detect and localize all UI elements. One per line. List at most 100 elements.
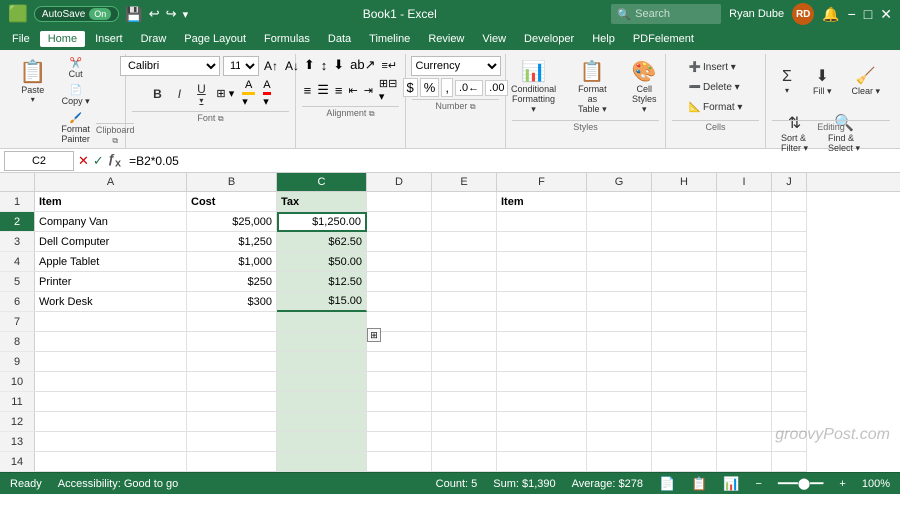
cell-J3[interactable]: [772, 232, 807, 252]
cell-E2[interactable]: [432, 212, 497, 232]
formula-input[interactable]: [125, 151, 896, 171]
menu-help[interactable]: Help: [584, 31, 623, 47]
cell-C13[interactable]: [277, 432, 367, 452]
cell-J13[interactable]: [772, 432, 807, 452]
font-name-select[interactable]: Calibri: [120, 56, 220, 76]
zoom-slider[interactable]: ━━━⬤━━: [778, 477, 823, 490]
row-num-3[interactable]: 3: [0, 232, 35, 252]
insert-button[interactable]: ➕ Insert ▾: [684, 58, 748, 76]
col-header-B[interactable]: B: [187, 173, 277, 191]
cell-J1[interactable]: [772, 192, 807, 212]
col-header-F[interactable]: F: [497, 173, 587, 191]
cell-G5[interactable]: [587, 272, 652, 292]
row-num-7[interactable]: 7: [0, 312, 35, 332]
cell-I5[interactable]: [717, 272, 772, 292]
cell-G2[interactable]: [587, 212, 652, 232]
menu-timeline[interactable]: Timeline: [361, 31, 418, 47]
cell-J11[interactable]: [772, 392, 807, 412]
menu-review[interactable]: Review: [420, 31, 472, 47]
cell-E8[interactable]: [432, 332, 497, 352]
cell-D11[interactable]: [367, 392, 432, 412]
cell-B4[interactable]: $1,000: [187, 252, 277, 272]
cell-F1[interactable]: Item: [497, 192, 587, 212]
col-header-D[interactable]: D: [367, 173, 432, 191]
cell-G7[interactable]: [587, 312, 652, 332]
cell-F8[interactable]: [497, 332, 587, 352]
cell-H10[interactable]: [652, 372, 717, 392]
row-num-14[interactable]: 14: [0, 452, 35, 472]
cell-E6[interactable]: [432, 292, 497, 312]
fill-button[interactable]: ⬇ Fill ▾: [804, 56, 841, 106]
redo-icon[interactable]: ↪: [166, 6, 177, 22]
decrease-decimal-icon[interactable]: .0←: [455, 80, 483, 96]
cell-A11[interactable]: [35, 392, 187, 412]
cell-A6[interactable]: Work Desk: [35, 292, 187, 312]
cell-C6[interactable]: $15.00: [277, 292, 367, 312]
cell-B13[interactable]: [187, 432, 277, 452]
cell-B7[interactable]: [187, 312, 277, 332]
number-format-select[interactable]: Currency General Number Percentage: [411, 56, 501, 76]
cell-F7[interactable]: [497, 312, 587, 332]
cell-F4[interactable]: [497, 252, 587, 272]
cell-J4[interactable]: [772, 252, 807, 272]
cell-D12[interactable]: [367, 412, 432, 432]
cell-D10[interactable]: [367, 372, 432, 392]
cell-C12[interactable]: [277, 412, 367, 432]
cell-J10[interactable]: [772, 372, 807, 392]
cell-reference-input[interactable]: [4, 151, 74, 171]
cell-C5[interactable]: $12.50: [277, 272, 367, 292]
font-size-select[interactable]: 11: [223, 56, 259, 76]
cell-A4[interactable]: Apple Tablet: [35, 252, 187, 272]
cell-D13[interactable]: [367, 432, 432, 452]
cell-B5[interactable]: $250: [187, 272, 277, 292]
cell-H4[interactable]: [652, 252, 717, 272]
cell-D3[interactable]: [367, 232, 432, 252]
cell-I9[interactable]: [717, 352, 772, 372]
col-header-C[interactable]: C: [277, 173, 367, 191]
cell-F5[interactable]: [497, 272, 587, 292]
cell-I1[interactable]: [717, 192, 772, 212]
format-button[interactable]: 📐 Format ▾: [684, 98, 748, 116]
cell-E4[interactable]: [432, 252, 497, 272]
row-num-10[interactable]: 10: [0, 372, 35, 392]
cut-button[interactable]: ✂️ Cut: [57, 56, 94, 81]
cell-H1[interactable]: [652, 192, 717, 212]
cell-E10[interactable]: [432, 372, 497, 392]
delete-button[interactable]: ➖ Delete ▾: [684, 78, 748, 96]
cell-A5[interactable]: Printer: [35, 272, 187, 292]
cell-C1[interactable]: Tax: [277, 192, 367, 212]
cell-A9[interactable]: [35, 352, 187, 372]
cell-B3[interactable]: $1,250: [187, 232, 277, 252]
cell-A14[interactable]: [35, 452, 187, 472]
menu-home[interactable]: Home: [40, 31, 85, 47]
cell-J8[interactable]: [772, 332, 807, 352]
minimize-btn[interactable]: −: [848, 6, 856, 22]
zoom-in-icon[interactable]: +: [839, 478, 845, 490]
menu-file[interactable]: File: [4, 31, 38, 47]
col-header-I[interactable]: I: [717, 173, 772, 191]
cell-C8[interactable]: [277, 332, 367, 352]
cell-G6[interactable]: [587, 292, 652, 312]
cell-F3[interactable]: [497, 232, 587, 252]
cell-A1[interactable]: Item: [35, 192, 187, 212]
wrap-text-icon[interactable]: ≡↵: [380, 58, 400, 73]
cell-I7[interactable]: [717, 312, 772, 332]
menu-developer[interactable]: Developer: [516, 31, 582, 47]
cell-G13[interactable]: [587, 432, 652, 452]
cell-I4[interactable]: [717, 252, 772, 272]
cell-A12[interactable]: [35, 412, 187, 432]
align-center-icon[interactable]: ☰: [315, 81, 331, 99]
decrease-indent-icon[interactable]: ⇤: [346, 83, 359, 98]
cell-H6[interactable]: [652, 292, 717, 312]
cell-J9[interactable]: [772, 352, 807, 372]
zoom-out-icon[interactable]: −: [756, 478, 762, 490]
format-as-table-button[interactable]: 📋 Format asTable ▾: [567, 56, 618, 118]
text-direction-icon[interactable]: ab↗: [348, 56, 377, 74]
cell-I6[interactable]: [717, 292, 772, 312]
cell-H12[interactable]: [652, 412, 717, 432]
currency-icon[interactable]: $: [403, 78, 418, 97]
cell-D14[interactable]: [367, 452, 432, 472]
clear-button[interactable]: 🧹 Clear ▾: [843, 56, 890, 106]
cell-B9[interactable]: [187, 352, 277, 372]
cell-E1[interactable]: [432, 192, 497, 212]
